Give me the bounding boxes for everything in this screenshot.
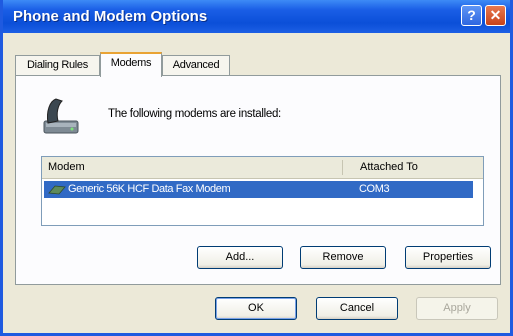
tab-advanced[interactable]: Advanced — [162, 55, 230, 76]
apply-button[interactable]: Apply — [416, 297, 498, 320]
ok-button[interactable]: OK — [215, 297, 297, 320]
modems-tab-panel: The following modems are installed: Mode… — [15, 75, 501, 285]
modem-icon — [48, 185, 66, 195]
modem-name-cell: Generic 56K HCF Data Fax Modem — [68, 183, 231, 195]
table-row[interactable]: Generic 56K HCF Data Fax Modem COM3 — [44, 181, 473, 198]
cancel-button[interactable]: Cancel — [316, 297, 398, 320]
close-button[interactable]: ✕ — [485, 5, 506, 26]
phone-modem-icon — [43, 98, 79, 134]
tab-dialing-rules[interactable]: Dialing Rules — [15, 55, 100, 76]
help-button[interactable]: ? — [461, 5, 482, 26]
tab-modems[interactable]: Modems — [100, 52, 162, 77]
title-bar[interactable]: Phone and Modem Options ? ✕ — [3, 0, 510, 33]
column-divider — [342, 160, 343, 175]
phone-and-modem-options-dialog: Phone and Modem Options ? ✕ Dialing Rule… — [0, 0, 513, 336]
installed-modems-label: The following modems are installed: — [108, 108, 281, 120]
window-title: Phone and Modem Options — [13, 8, 208, 25]
column-header-modem[interactable]: Modem — [48, 161, 85, 173]
list-header: Modem Attached To — [42, 157, 483, 179]
modem-list[interactable]: Modem Attached To Generic 56K HCF Data F… — [41, 156, 484, 226]
add-button[interactable]: Add... — [197, 246, 283, 269]
attached-to-cell: COM3 — [359, 183, 390, 195]
column-header-attached-to[interactable]: Attached To — [360, 161, 418, 173]
remove-button[interactable]: Remove — [300, 246, 386, 269]
properties-button[interactable]: Properties — [405, 246, 491, 269]
